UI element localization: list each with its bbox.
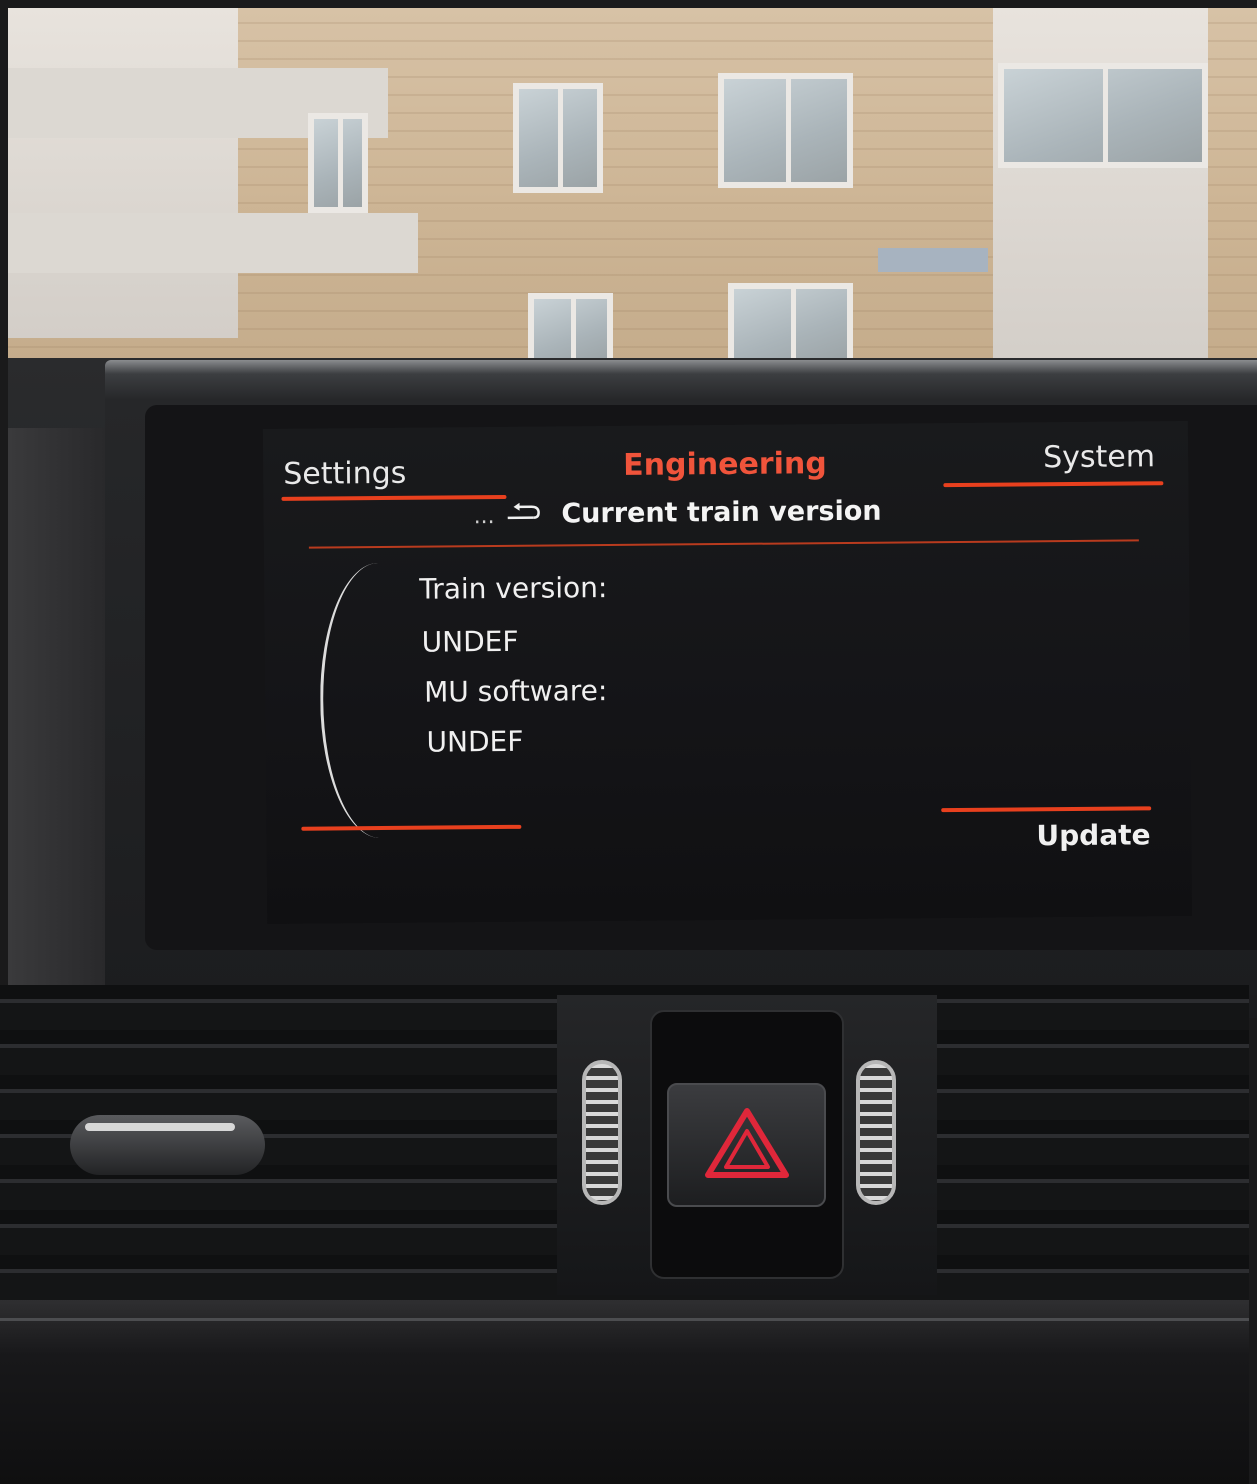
building-window: [308, 113, 368, 213]
train-version-label: Train version:: [419, 571, 608, 606]
train-version-value: UNDEF: [421, 624, 519, 659]
vent-wheel-left[interactable]: [582, 1060, 622, 1205]
scroll-arc: [319, 563, 385, 839]
building-wall-right: [993, 8, 1208, 368]
breadcrumb-title: Current train version: [561, 495, 882, 530]
lower-dashboard: [0, 1300, 1249, 1484]
mu-software-value: UNDEF: [426, 724, 524, 759]
building-wall-left: [8, 8, 238, 338]
tab-system-underline: [943, 481, 1164, 488]
balcony-lower: [8, 213, 418, 273]
building-window: [513, 83, 603, 193]
infotainment-screen: Settings Engineering System ... Current …: [262, 420, 1193, 925]
breadcrumb[interactable]: ... Current train version: [473, 495, 882, 531]
breadcrumb-prefix: ...: [473, 504, 495, 530]
vent-wheel-right[interactable]: [856, 1060, 896, 1205]
street-sign: [878, 248, 988, 272]
tab-system[interactable]: System: [1043, 439, 1155, 475]
header-divider: [308, 539, 1139, 549]
building-window: [528, 293, 613, 368]
bottom-left-softkey-line: [301, 824, 522, 831]
mu-software-label: MU software:: [424, 674, 608, 709]
tab-settings[interactable]: Settings: [283, 456, 406, 492]
vent-adjuster-left[interactable]: [70, 1115, 265, 1175]
back-arrow-icon: [508, 501, 542, 523]
update-button[interactable]: Update: [1036, 818, 1150, 852]
hazard-button[interactable]: [667, 1083, 826, 1207]
page-title: Engineering: [623, 446, 827, 483]
building-window: [718, 73, 853, 188]
hazard-triangle-icon: [704, 1107, 790, 1183]
update-underline: [941, 806, 1152, 813]
building-window: [998, 63, 1208, 168]
building-window: [728, 283, 853, 368]
